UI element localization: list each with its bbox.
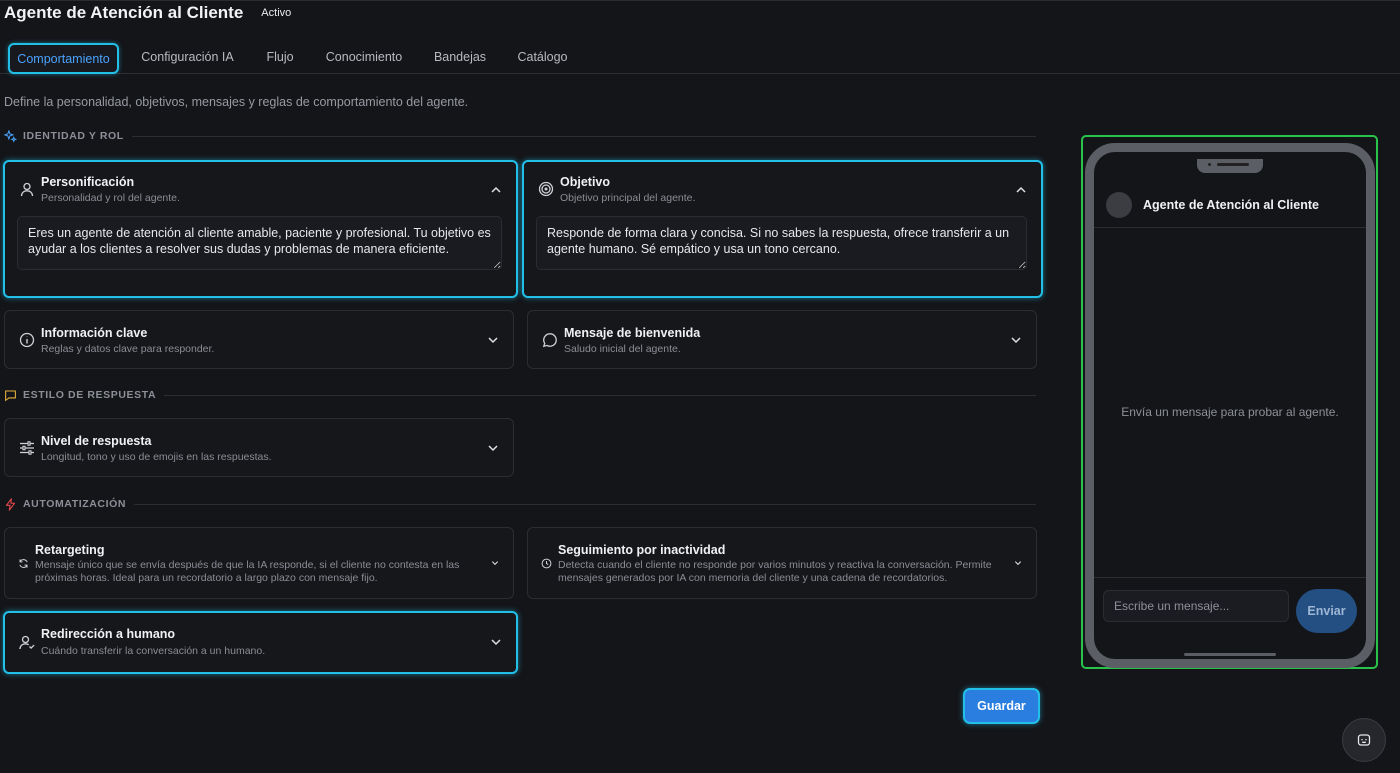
card-title: Personificación (41, 175, 135, 189)
lightning-icon (5, 497, 16, 511)
user-icon (20, 182, 34, 197)
chevron-down-icon[interactable] (1014, 559, 1022, 567)
chevron-down-icon[interactable] (1010, 334, 1022, 346)
card-subtitle: Cuándo transferir la conversación a un h… (41, 645, 266, 657)
section-automation: AUTOMATIZACIÓN (4, 496, 1036, 512)
message-input[interactable] (1103, 590, 1289, 622)
card-title: Objetivo (560, 175, 611, 189)
card-title: Mensaje de bienvenida (564, 326, 701, 340)
section-label: IDENTIDAD Y ROL (23, 130, 124, 142)
card-key-info[interactable]: Información clave Reglas y datos clave p… (4, 310, 514, 369)
personification-textarea[interactable]: Eres un agente de atención al cliente am… (17, 216, 502, 270)
chat-composer: Enviar (1094, 577, 1366, 647)
chevron-down-icon[interactable] (487, 442, 499, 454)
card-title: Redirección a humano (41, 627, 176, 641)
chat-bubble-icon (5, 390, 16, 401)
message-circle-icon (542, 333, 557, 348)
user-check-icon (19, 635, 35, 650)
card-response-level[interactable]: Nivel de respuesta Longitud, tono y uso … (4, 418, 514, 477)
chevron-up-icon[interactable] (1015, 184, 1027, 196)
save-button[interactable]: Guardar (963, 688, 1040, 724)
divider (164, 394, 1036, 396)
sliders-icon (20, 441, 34, 455)
page-title: Agente de Atención al Cliente (4, 3, 244, 22)
info-icon (19, 332, 35, 348)
section-label: AUTOMATIZACIÓN (23, 498, 127, 510)
chat-header: Agente de Atención al Cliente (1094, 182, 1366, 228)
card-subtitle: Mensaje único que se envía después de qu… (35, 559, 460, 584)
divider (131, 135, 1036, 137)
chevron-down-icon[interactable] (490, 636, 502, 648)
card-inactivity[interactable]: Seguimiento por inactividad Detecta cuan… (527, 527, 1037, 599)
card-subtitle: Detecta cuando el cliente no responde po… (558, 559, 992, 584)
sparkles-icon (4, 129, 17, 143)
divider (134, 503, 1036, 505)
chat-empty-state: Envía un mensaje para probar al agente. (1121, 405, 1339, 419)
send-button[interactable]: Enviar (1296, 589, 1357, 633)
assistant-fab[interactable] (1342, 718, 1386, 762)
section-style: ESTILO DE RESPUESTA (4, 387, 1036, 403)
top-border (0, 0, 1400, 1)
chevron-down-icon[interactable] (487, 334, 499, 346)
status-badge: Activo (261, 7, 292, 19)
card-retargeting[interactable]: Retargeting Mensaje único que se envía d… (4, 527, 514, 599)
target-icon (538, 181, 554, 197)
tab-flujo[interactable]: Flujo (258, 43, 302, 74)
phone-notch (1197, 159, 1263, 173)
tab-comportamiento[interactable]: Comportamiento (8, 43, 119, 74)
phone-home-indicator (1184, 653, 1276, 656)
tab-conocimiento[interactable]: Conocimiento (318, 43, 410, 74)
bot-icon (1357, 734, 1371, 746)
card-title: Nivel de respuesta (41, 434, 152, 448)
section-identity: IDENTIDAD Y ROL (4, 128, 1036, 144)
phone-preview: Agente de Atención al Cliente Envía un m… (1085, 143, 1375, 668)
card-subtitle: Objetivo principal del agente. (560, 192, 696, 204)
card-objective[interactable]: Objetivo Objetivo principal del agente. … (522, 160, 1043, 298)
tab-bandejas[interactable]: Bandejas (426, 43, 494, 74)
tab-catalogo[interactable]: Catálogo (510, 43, 575, 74)
card-welcome[interactable]: Mensaje de bienvenida Saludo inicial del… (527, 310, 1037, 369)
card-title: Retargeting (35, 543, 105, 557)
refresh-icon (19, 559, 28, 568)
chat-agent-name: Agente de Atención al Cliente (1143, 198, 1319, 212)
tab-bar: Comportamiento Configuración IA Flujo Co… (0, 43, 1400, 74)
card-title: Información clave (41, 326, 148, 340)
section-label: ESTILO DE RESPUESTA (23, 389, 157, 401)
page-description: Define la personalidad, objetivos, mensa… (4, 95, 469, 109)
card-subtitle: Saludo inicial del agente. (564, 343, 681, 355)
avatar (1106, 192, 1132, 218)
chevron-up-icon[interactable] (490, 184, 502, 196)
card-handoff[interactable]: Redirección a humano Cuándo transferir l… (3, 611, 518, 674)
card-subtitle: Longitud, tono y uso de emojis en las re… (41, 451, 272, 463)
card-title: Seguimiento por inactividad (558, 543, 726, 557)
page-header: Agente de Atención al Cliente Activo (4, 3, 291, 23)
card-subtitle: Reglas y datos clave para responder. (41, 343, 215, 355)
chevron-down-icon[interactable] (491, 559, 499, 567)
clock-icon (541, 558, 552, 569)
card-personification[interactable]: Personificación Personalidad y rol del a… (3, 160, 518, 298)
objective-textarea[interactable]: Responde de forma clara y concisa. Si no… (536, 216, 1027, 270)
tab-configuracion-ia[interactable]: Configuración IA (132, 43, 243, 74)
card-subtitle: Personalidad y rol del agente. (41, 192, 180, 204)
